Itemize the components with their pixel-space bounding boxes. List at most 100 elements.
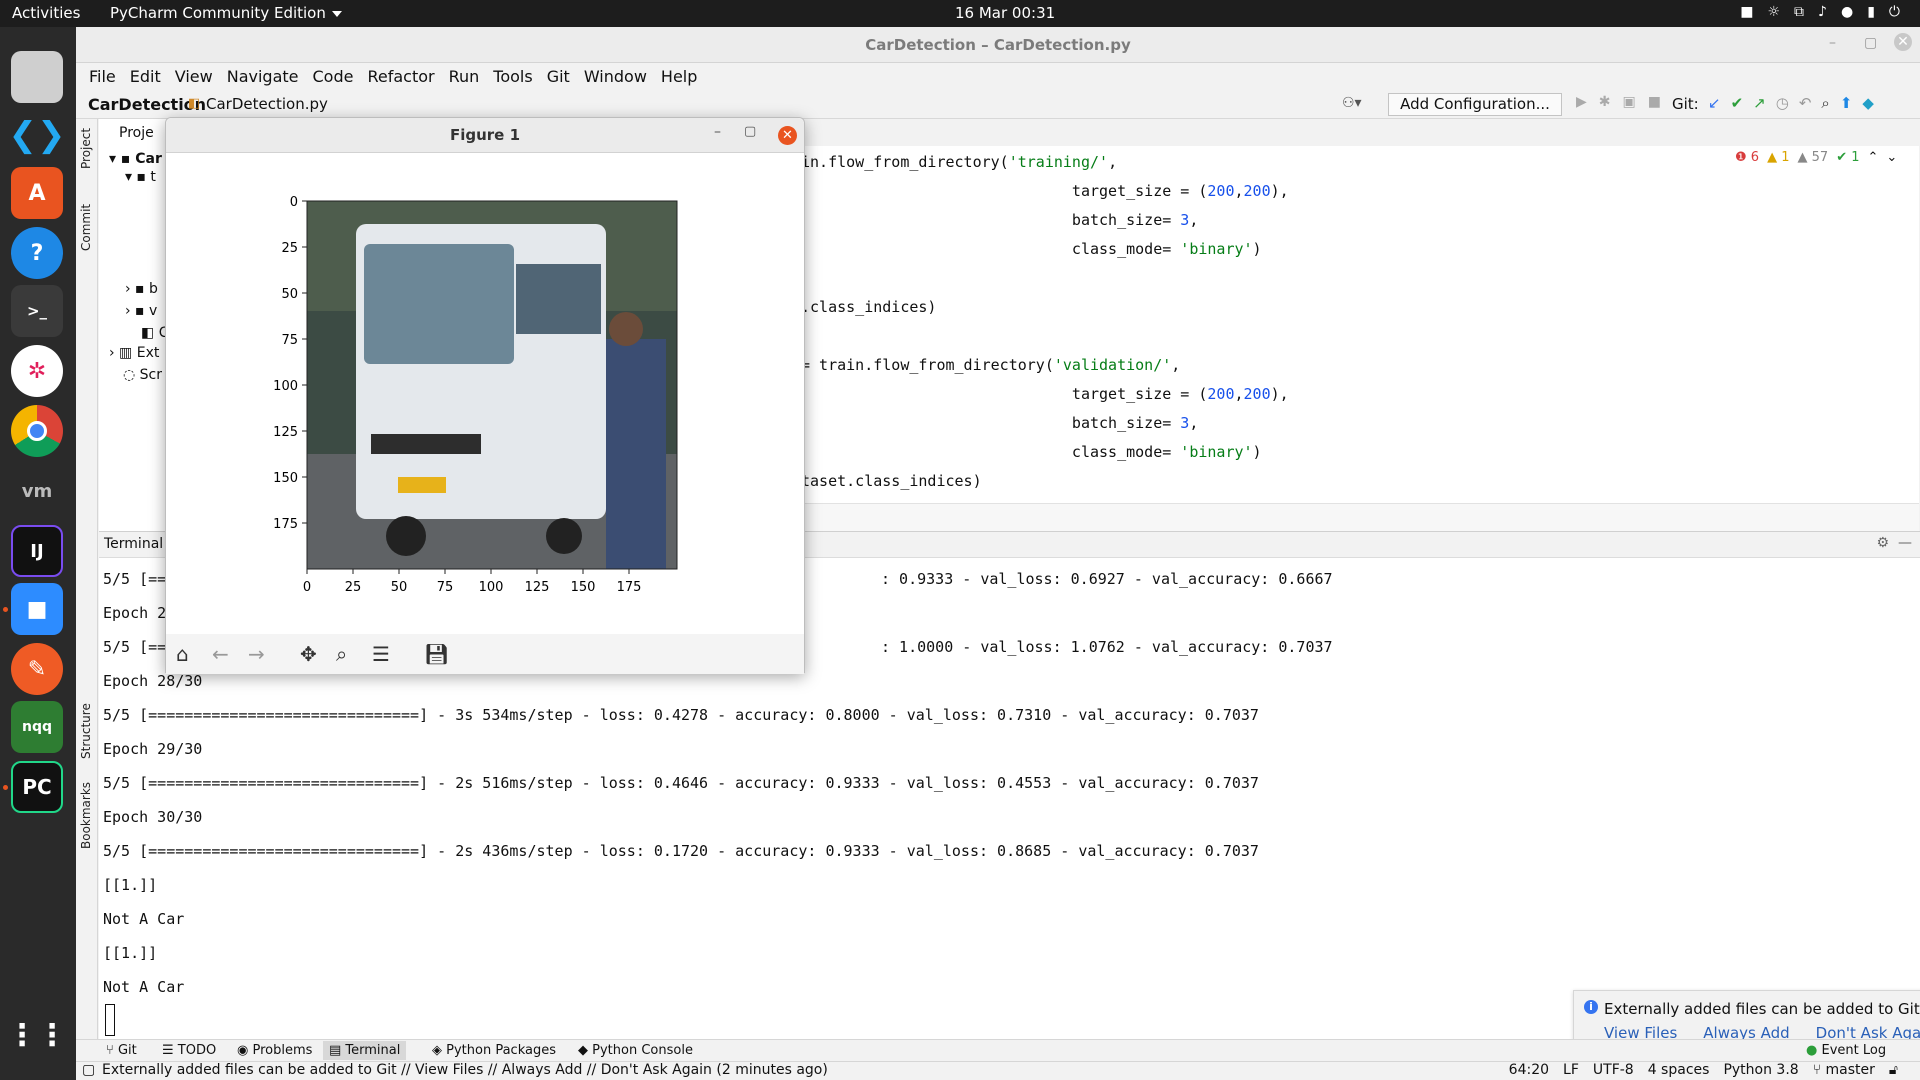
code-editor[interactable]: in.flow_from_directory('training/', targ… (801, 146, 1919, 531)
back-icon[interactable]: ← (212, 642, 229, 666)
software-icon[interactable]: A (11, 167, 63, 219)
hide-icon[interactable]: — (1898, 535, 1912, 551)
code-text[interactable]: in.flow_from_directory('training/', targ… (801, 148, 1289, 496)
python-interpreter[interactable]: Python 3.8 (1723, 1062, 1798, 1078)
home-icon[interactable]: ⌂ (176, 642, 189, 666)
tool-window-bar: ⑂ Git ☰ TODO ◉ Problems ▤ Terminal ◈ Pyt… (76, 1039, 1920, 1061)
menu-git[interactable]: Git (540, 63, 577, 90)
line-separator[interactable]: LF (1563, 1062, 1579, 1078)
pan-icon[interactable]: ✥ (300, 642, 317, 666)
terminal-line-tail: : 1.0000 - val_loss: 1.0762 - val_accura… (881, 638, 1333, 656)
vscode-icon[interactable]: ❮❯ (9, 109, 66, 161)
project-tool-tab[interactable]: Project (79, 128, 93, 169)
x-tick-label: 0 (303, 580, 311, 595)
stop-icon[interactable]: ■ (1648, 94, 1661, 110)
tab-git[interactable]: ⑂ Git (106, 1043, 137, 1058)
menu-view[interactable]: View (168, 63, 220, 90)
close-icon[interactable]: ✕ (1894, 33, 1912, 51)
project-pane-header[interactable]: Proje (119, 125, 154, 141)
update-icon[interactable]: ↙ (1708, 94, 1721, 112)
tab-todo[interactable]: ☰ TODO (162, 1043, 216, 1058)
pycharm-icon[interactable]: PC (11, 761, 63, 813)
rollback-icon[interactable]: ↶ (1799, 94, 1812, 112)
figure-titlebar[interactable]: Figure 1 (166, 118, 804, 153)
history-icon[interactable]: ◷ (1776, 94, 1789, 112)
search-icon[interactable]: ⌕ (1821, 94, 1829, 112)
push-icon[interactable]: ↗ (1753, 94, 1766, 112)
slack-icon[interactable]: ✲ (11, 345, 63, 397)
tree-item[interactable]: ◌ Scr (123, 367, 162, 383)
intellij-icon[interactable]: IJ (11, 525, 63, 577)
help-icon[interactable]: ? (11, 227, 63, 279)
save-icon[interactable]: 💾︎ (424, 642, 449, 666)
jetbrains-logo-icon[interactable]: ◆ (1862, 94, 1874, 112)
menu-run[interactable]: Run (442, 63, 487, 90)
indent-setting[interactable]: 4 spaces (1648, 1062, 1710, 1078)
close-icon[interactable]: ✕ (778, 126, 797, 145)
chevron-down-icon (331, 10, 342, 17)
commit-icon[interactable]: ✔ (1731, 94, 1744, 112)
breadcrumb-file[interactable]: CarDetection.py (206, 95, 328, 113)
chrome-icon[interactable] (11, 405, 63, 457)
tree-item[interactable]: ▾ ▪ Car (109, 151, 162, 167)
tree-item[interactable]: ▾ ▪ t (125, 169, 156, 185)
app-menu[interactable]: PyCharm Community Edition (110, 4, 342, 22)
tab-event-log[interactable]: ● Event Log (1806, 1043, 1886, 1058)
caret-position[interactable]: 64:20 (1509, 1062, 1549, 1078)
tab-python-packages[interactable]: ◈ Python Packages (432, 1043, 556, 1058)
tab-terminal[interactable]: ▤ Terminal (323, 1041, 407, 1060)
bookmarks-tool-tab[interactable]: Bookmarks (79, 782, 93, 849)
inspection-widget[interactable]: ❶ 6 ▲ 1 ▲ 57 ✔ 1 ⌃ ⌄ (1735, 150, 1897, 165)
git-branch[interactable]: ⑂ master (1813, 1062, 1875, 1078)
ide-update-icon[interactable]: ⬆ (1840, 94, 1853, 112)
user-icon[interactable]: ⚇▾ (1342, 95, 1362, 111)
menu-edit[interactable]: Edit (123, 63, 168, 90)
tab-python-console[interactable]: ◆ Python Console (578, 1043, 693, 1058)
chevron-up-icon[interactable]: ⌃ (1868, 150, 1879, 165)
zoom-icon[interactable]: ⌕ (336, 642, 347, 666)
menu-navigate[interactable]: Navigate (220, 63, 306, 90)
menu-code[interactable]: Code (306, 63, 361, 90)
configure-icon[interactable]: ☰ (372, 642, 390, 666)
terminal-icon[interactable]: >_ (11, 285, 63, 337)
vm-icon[interactable]: vm (11, 465, 63, 517)
maximize-icon[interactable]: ▢ (1864, 35, 1877, 51)
file-encoding[interactable]: UTF-8 (1593, 1062, 1634, 1078)
tree-item-label: v (149, 303, 158, 319)
nqq-icon[interactable]: nqq (11, 701, 63, 753)
debug-icon[interactable]: ✱ (1599, 94, 1611, 110)
run-icon[interactable]: ▶ (1576, 94, 1587, 110)
running-indicator (3, 785, 8, 790)
forward-icon[interactable]: → (248, 642, 265, 666)
menu-window[interactable]: Window (577, 63, 654, 90)
coverage-icon[interactable]: ▣ (1623, 94, 1636, 110)
menu-help[interactable]: Help (654, 63, 704, 90)
structure-tool-tab[interactable]: Structure (79, 703, 93, 759)
tree-item[interactable]: › ▪ v (125, 303, 157, 319)
add-configuration-button[interactable]: Add Configuration... (1388, 93, 1562, 116)
menu-refactor[interactable]: Refactor (360, 63, 441, 90)
tree-item[interactable]: › ▪ b (125, 281, 158, 297)
menu-file[interactable]: File (82, 63, 123, 90)
y-tick-label: 0 (290, 195, 298, 210)
toggle-tool-windows-icon[interactable]: ▢ (82, 1062, 95, 1078)
zoom-icon[interactable]: ■ (11, 583, 63, 635)
clock[interactable]: 16 Mar 00:31 (955, 4, 1055, 22)
maximize-icon[interactable]: ▢ (744, 124, 756, 139)
minimize-icon[interactable]: – (714, 124, 721, 140)
tab-problems[interactable]: ◉ Problems (237, 1043, 312, 1058)
status-message[interactable]: Externally added files can be added to G… (102, 1062, 828, 1078)
minimize-icon[interactable]: – (1829, 35, 1836, 51)
postman-icon[interactable]: ✎ (11, 643, 63, 695)
chevron-down-icon[interactable]: ⌄ (1886, 150, 1897, 165)
files-icon[interactable] (11, 51, 63, 103)
menu-tools[interactable]: Tools (486, 63, 539, 90)
tree-item[interactable]: › ▥ Ext (109, 345, 159, 361)
activities-button[interactable]: Activities (12, 4, 80, 22)
commit-tool-tab[interactable]: Commit (79, 204, 93, 251)
system-tray[interactable]: ■ ☼ ⧉ ♪ ● ▮ ⏻ (1740, 4, 1900, 20)
figure-window[interactable]: Figure 1 – ▢ ✕ 0 25 50 75 100 125 150 175 0 25 50… (165, 117, 805, 674)
show-applications-icon[interactable]: ⋮⋮ (7, 1009, 67, 1061)
gear-icon[interactable]: ⚙ (1877, 535, 1890, 551)
lock-icon[interactable]: 🔓︎ (1889, 1062, 1898, 1078)
